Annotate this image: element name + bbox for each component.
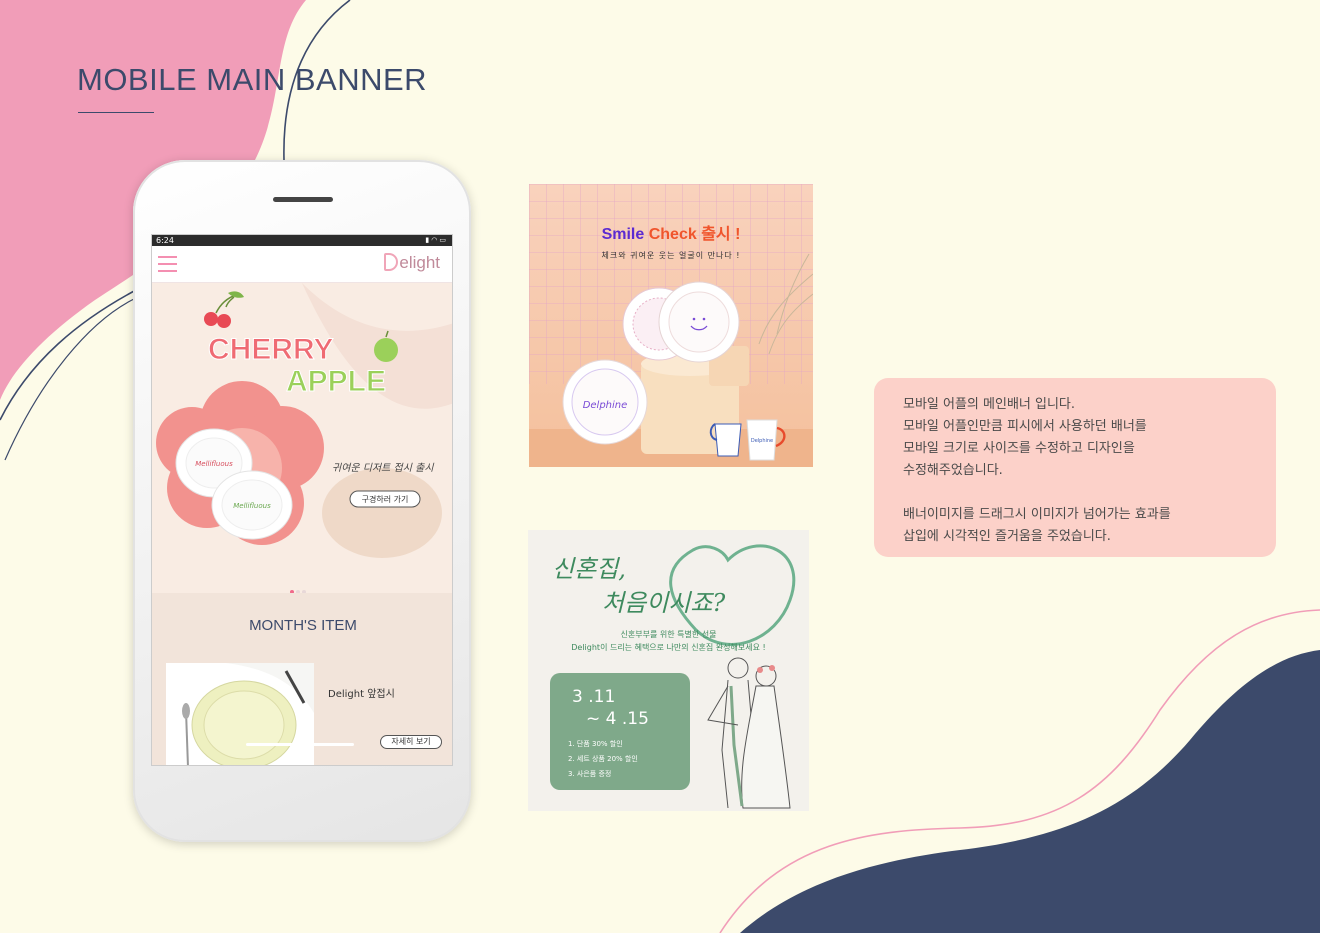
home-indicator [246, 743, 354, 746]
hero-title-cherry: CHERRY [208, 333, 334, 366]
month-item-section: MONTH'S ITEM Delight 앞접시 자세히 보기 [152, 593, 452, 765]
smile-banner-subtitle: 체크와 귀여운 웃는 얼굴이 만나다 ! [601, 251, 741, 260]
description-line: 삽입에 시각적인 즐거움을 주었습니다. [903, 529, 1111, 544]
plate-smile [658, 281, 740, 363]
banner-smile-check: Delphine Delphine Smile Check 출시 ! 체크와 귀… [529, 184, 813, 467]
status-bar: 6:24 ▮◠▭ [152, 235, 452, 246]
plate-delphine: Delphine [562, 359, 648, 445]
item-name: Delight 앞접시 [328, 689, 395, 700]
benefit-item: 2. 세트 상품 20% 할인 [568, 755, 638, 763]
app-header: elight [152, 246, 452, 283]
battery-icon: ▭ [439, 236, 448, 244]
item-detail-button[interactable]: 자세히 보기 [380, 735, 442, 749]
svg-text:Mellifluous: Mellifluous [233, 502, 271, 510]
phone-mockup: 6:24 ▮◠▭ elight CHERRY APPLE Mellifluous… [133, 160, 471, 842]
status-icons: ▮◠▭ [425, 235, 448, 246]
event-date-start: 3 .11 [572, 687, 616, 707]
page-title: MOBILE MAIN BANNER [77, 62, 428, 97]
benefit-item: 1. 단품 30% 할인 [568, 740, 623, 748]
hero-tagline: 귀여운 디저트 접시 출시 [332, 462, 434, 474]
phone-speaker [273, 197, 333, 202]
banner-wedding: 신혼집, 처음이시죠? 신혼부부를 위한 특별한 선물 Delight이 드리는… [528, 530, 809, 811]
hero-cta-label: 구경하러 가기 [362, 494, 409, 504]
description-card: 모바일 어플의 메인배너 입니다. 모바일 어플인만큼 피시에서 사용하던 배너… [874, 378, 1276, 557]
svg-text:Mellifluous: Mellifluous [195, 460, 233, 468]
svg-text:Delphine: Delphine [751, 438, 773, 444]
hero-title-apple: APPLE [286, 365, 386, 398]
description-line: 배너이미지를 드래그시 이미지가 넘어가는 효과를 [903, 507, 1171, 522]
wedding-headline: 신혼집, 처음이시죠? [552, 555, 726, 617]
event-date-end: ~ 4 .15 [586, 709, 649, 729]
description-line: 모바일 크기로 사이즈를 수정하고 디자인을 [903, 441, 1135, 456]
title-underline [78, 112, 154, 113]
carousel-dots[interactable] [290, 579, 308, 593]
plate-green: Mellifluous [211, 470, 293, 540]
status-time: 6:24 [156, 236, 174, 245]
month-section-title: MONTH'S ITEM [249, 617, 357, 634]
couple-illustration [707, 657, 791, 809]
item-image[interactable] [166, 663, 314, 765]
menu-icon[interactable] [158, 256, 177, 272]
hero-banner[interactable]: CHERRY APPLE Mellifluous Mellifluous 귀여운… [152, 283, 452, 593]
phone-screen: 6:24 ▮◠▭ elight CHERRY APPLE Mellifluous… [151, 234, 453, 766]
cherry-icon [204, 291, 244, 328]
wedding-event-card[interactable]: 3 .11 ~ 4 .15 1. 단품 30% 할인 2. 세트 상품 20% … [550, 673, 690, 790]
benefit-list: 1. 단품 30% 할인 2. 세트 상품 20% 할인 3. 사은품 증정 [568, 737, 638, 782]
brand-logo[interactable]: elight [384, 253, 440, 273]
wedding-subtitle: 신혼부부를 위한 특별한 선물 Delight이 드리는 혜택으로 나만의 신혼… [571, 630, 766, 652]
description-line: 모바일 어플의 메인배너 입니다. [903, 397, 1076, 412]
description-line: 수정해주었습니다. [903, 463, 1003, 478]
description-line: 모바일 어플인만큼 피시에서 사용하던 배너를 [903, 419, 1147, 434]
brand-d-icon [384, 253, 399, 271]
svg-text:Delphine: Delphine [583, 400, 628, 411]
smile-banner-title: Smile Check 출시 ! [601, 226, 741, 243]
benefit-item: 3. 사은품 증정 [568, 770, 612, 778]
